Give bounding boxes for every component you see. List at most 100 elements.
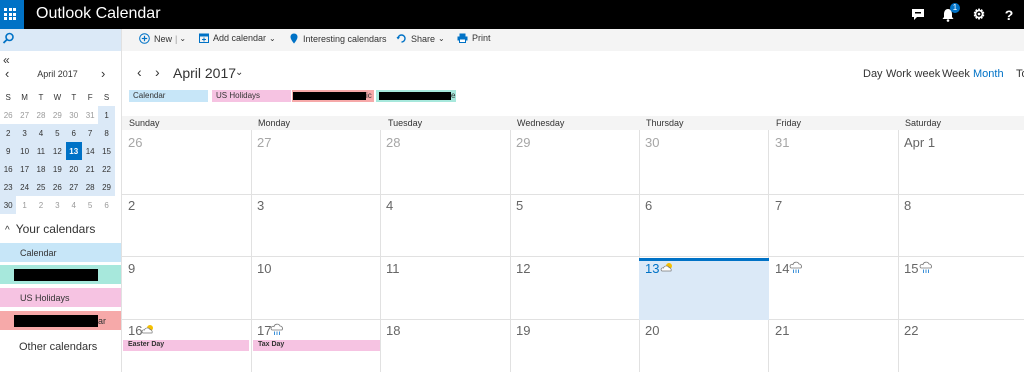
day-number[interactable]: Apr 1 [904,135,935,150]
day-number[interactable]: 2 [128,198,135,213]
day-number[interactable]: 29 [516,135,530,150]
mini-day[interactable]: 28 [81,178,99,196]
prev-month-button[interactable]: ‹ [137,64,142,80]
view-month[interactable]: Month [973,68,1004,80]
sidebar-redacted-calendar-item[interactable] [0,265,121,284]
your-calendars-header[interactable]: ^ Your calendars [5,222,95,236]
day-number[interactable]: 4 [386,198,393,213]
mini-day[interactable]: 28 [33,106,49,124]
mini-day[interactable]: 14 [81,142,99,160]
mini-next-month-button[interactable]: › [101,66,105,81]
mini-day[interactable]: 1 [98,106,115,124]
day-number[interactable]: 31 [775,135,789,150]
mini-day[interactable]: 25 [32,178,50,196]
mini-day[interactable]: 7 [81,124,99,142]
chip-redacted-2[interactable]: e [376,90,456,102]
day-number[interactable]: 21 [775,323,789,338]
day-number[interactable]: 19 [516,323,530,338]
mini-day[interactable]: 1 [16,196,32,214]
mini-day[interactable]: 5 [49,124,66,142]
help-button[interactable]: ? [994,0,1024,29]
day-number[interactable]: 28 [386,135,400,150]
mini-day[interactable]: 4 [32,124,50,142]
mini-day[interactable]: 29 [49,106,65,124]
day-number[interactable]: 22 [904,323,918,338]
mini-day[interactable]: 12 [49,142,66,160]
add-calendar-button[interactable]: Add calendar ⌄ [199,33,276,43]
day-number[interactable]: 14 [775,261,789,276]
mini-day[interactable]: 11 [32,142,50,160]
mini-day[interactable]: 2 [0,124,17,142]
day-number[interactable]: 6 [645,198,652,213]
chevron-down-icon[interactable]: ⌄ [235,67,243,78]
mini-day[interactable]: 22 [98,160,115,178]
app-launcher-button[interactable] [0,0,24,29]
day-number[interactable]: 18 [386,323,400,338]
mini-day[interactable]: 20 [65,160,82,178]
day-number-today[interactable]: 13 [645,261,659,276]
mini-day[interactable]: 6 [98,196,114,214]
day-number[interactable]: 12 [516,261,530,276]
view-day[interactable]: Day [863,68,883,80]
chip-redacted-1[interactable]: ic [292,90,374,102]
mini-day[interactable]: 3 [49,196,65,214]
day-number[interactable]: 8 [904,198,911,213]
sidebar-calendar-item[interactable]: Calendar [0,243,121,262]
mini-day[interactable]: 4 [66,196,82,214]
mini-day[interactable]: 27 [16,106,32,124]
mini-day[interactable]: 19 [49,160,66,178]
print-button[interactable]: Print [457,33,491,43]
chip-us-holidays[interactable]: US Holidays [212,90,291,102]
mini-day[interactable]: 9 [0,142,17,160]
day-number[interactable]: 27 [257,135,271,150]
mini-day[interactable]: 30 [66,106,82,124]
day-number[interactable]: 3 [257,198,264,213]
day-number[interactable]: 30 [645,135,659,150]
share-button[interactable]: Share ⌄ [396,33,445,44]
mini-day[interactable]: 2 [33,196,49,214]
sidebar-us-holidays-item[interactable]: US Holidays [0,288,121,307]
next-month-button[interactable]: › [155,64,160,80]
settings-button[interactable]: ⚙ [964,0,994,29]
day-number[interactable]: 15 [904,261,918,276]
mini-day[interactable]: 23 [0,178,17,196]
mini-day[interactable]: 3 [16,124,33,142]
chat-button[interactable] [903,0,933,29]
mini-day[interactable]: 16 [0,160,17,178]
event-tax-day[interactable]: Tax Day [253,340,380,351]
mini-day[interactable]: 8 [98,124,115,142]
search-box[interactable] [0,29,121,51]
sidebar-redacted-calendar-item-2[interactable]: ar [0,311,121,330]
mini-day[interactable]: 26 [49,178,66,196]
day-number[interactable]: 10 [257,261,271,276]
mini-day[interactable]: 15 [98,142,115,160]
mini-day-today[interactable]: 13 [65,142,82,160]
mini-day[interactable]: 6 [65,124,82,142]
day-number[interactable]: 11 [386,261,400,276]
view-work-week[interactable]: Work week [886,68,940,80]
notifications-button[interactable]: 1 [933,0,963,29]
mini-day[interactable]: 30 [0,196,17,214]
mini-day[interactable]: 5 [82,196,98,214]
month-title[interactable]: April 2017 [173,65,236,81]
mini-day[interactable]: 24 [16,178,33,196]
day-number[interactable]: 20 [645,323,659,338]
chip-calendar[interactable]: Calendar [129,90,208,102]
mini-day[interactable]: 21 [81,160,99,178]
chevron-down-icon[interactable]: ⌄ [179,34,186,43]
collapse-pane-button[interactable]: « [3,53,10,67]
day-number[interactable]: 7 [775,198,782,213]
mini-day[interactable]: 17 [16,160,33,178]
interesting-calendars-button[interactable]: Interesting calendars [290,33,387,44]
mini-day[interactable]: 31 [82,106,98,124]
day-number[interactable]: 5 [516,198,523,213]
mini-day[interactable]: 26 [0,106,16,124]
view-today[interactable]: To [1016,68,1024,80]
new-button[interactable]: New | ⌄ [139,33,186,44]
view-week[interactable]: Week [942,68,970,80]
day-number[interactable]: 9 [128,261,135,276]
day-number[interactable]: 26 [128,135,142,150]
mini-day[interactable]: 10 [16,142,33,160]
event-easter-day[interactable]: Easter Day [123,340,249,351]
mini-day[interactable]: 27 [65,178,82,196]
